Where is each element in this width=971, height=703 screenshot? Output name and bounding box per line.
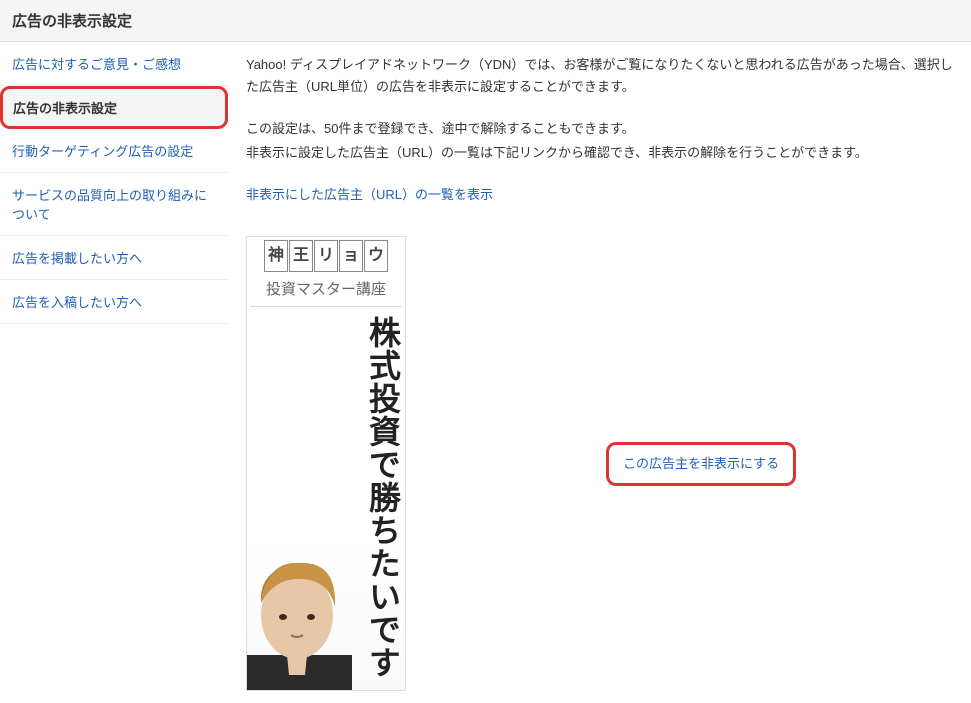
list-hidden-advertisers-link[interactable]: 非表示にした広告主（URL）の一覧を表示 — [246, 187, 493, 202]
sidebar-item-label: 広告を掲載したい方へ — [12, 251, 142, 266]
sidebar-item-label: 広告に対するご意見・ご感想 — [12, 57, 181, 72]
hide-advertiser-link[interactable]: この広告主を非表示にする — [623, 456, 779, 471]
sidebar-item-label: 広告を入稿したい方へ — [12, 295, 142, 310]
sidebar-item-label: 行動ターゲティング広告の設定 — [12, 144, 193, 159]
sidebar-item-behavioral[interactable]: 行動ターゲティング広告の設定 — [0, 129, 228, 173]
sidebar-item-publish[interactable]: 広告を掲載したい方へ — [0, 236, 228, 280]
sidebar: 広告に対するご意見・ご感想 広告の非表示設定 行動ターゲティング広告の設定 サー… — [0, 42, 228, 703]
hide-advertiser-highlight: この広告主を非表示にする — [606, 442, 796, 486]
page-header: 広告の非表示設定 — [0, 0, 971, 42]
intro-paragraph: Yahoo! ディスプレイアドネットワーク（YDN）では、お客様がご覧になりたく… — [246, 54, 953, 98]
sidebar-item-hide-settings[interactable]: 広告の非表示設定 — [0, 86, 228, 129]
person-photo — [247, 555, 352, 690]
intro-paragraph: 非表示に設定した広告主（URL）の一覧は下記リンクから確認でき、非表示の解除を行… — [246, 142, 953, 164]
ad-banner[interactable]: 神 王 リ ョ ウ 投資マスター講座 株式投資で勝ちたいです — [246, 236, 406, 691]
sidebar-item-feedback[interactable]: 広告に対するご意見・ご感想 — [0, 42, 228, 86]
sidebar-item-label: 広告の非表示設定 — [13, 101, 117, 116]
page-title: 広告の非表示設定 — [12, 10, 959, 31]
ad-advertiser-name: 神 王 リ ョ ウ — [250, 240, 402, 271]
intro-paragraph: この設定は、50件まで登録でき、途中で解除することもできます。 — [246, 118, 953, 140]
sidebar-item-submit[interactable]: 広告を入稿したい方へ — [0, 280, 228, 324]
ad-subtitle: 投資マスター講座 — [250, 275, 402, 308]
sidebar-item-label: サービスの品質向上の取り組みについて — [12, 188, 207, 222]
sidebar-item-quality[interactable]: サービスの品質向上の取り組みについて — [0, 173, 228, 236]
ad-banner-header: 神 王 リ ョ ウ 投資マスター講座 — [247, 237, 405, 310]
main-content: Yahoo! ディスプレイアドネットワーク（YDN）では、お客様がご覧になりたく… — [228, 42, 971, 703]
